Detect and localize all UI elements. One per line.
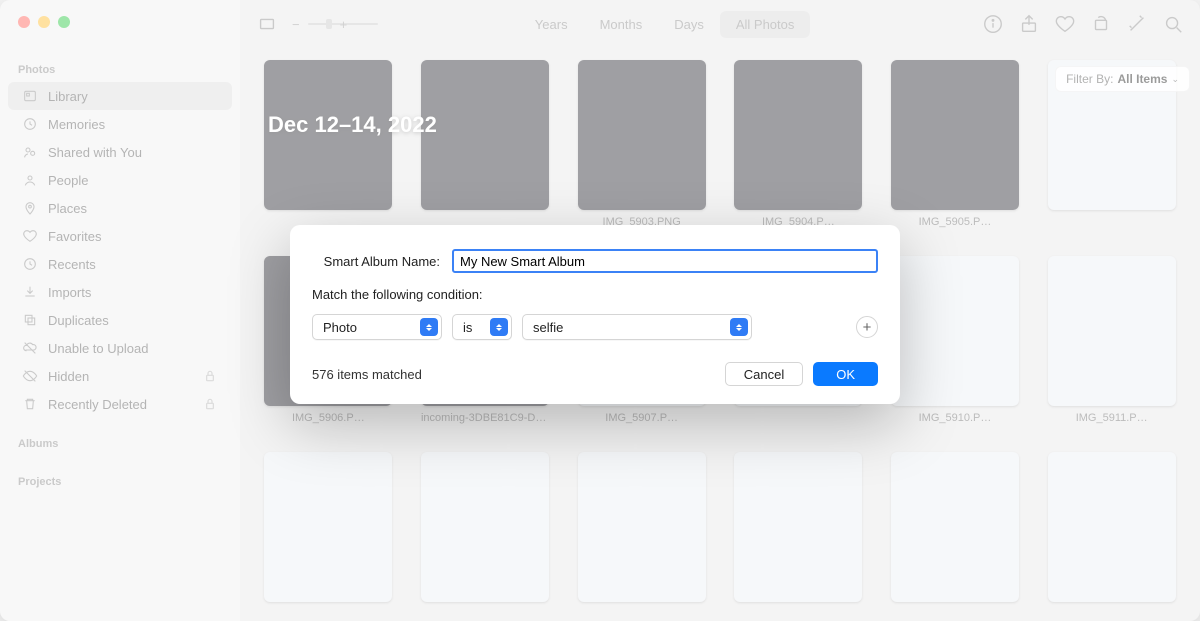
items-matched-label: 576 items matched [312, 367, 422, 382]
condition-value-select[interactable]: selfie [522, 314, 752, 340]
photos-app-window: Photos LibraryMemoriesShared with YouPeo… [0, 0, 1200, 621]
select-caret-icon [490, 318, 508, 336]
condition-field-value: Photo [323, 320, 357, 335]
condition-field-select[interactable]: Photo [312, 314, 442, 340]
smart-album-dialog: Smart Album Name: Match the following co… [290, 225, 900, 404]
match-condition-label: Match the following condition: [312, 287, 878, 302]
condition-row: Photo is selfie + [312, 314, 878, 340]
condition-operator-value: is [463, 320, 472, 335]
condition-operator-select[interactable]: is [452, 314, 512, 340]
condition-value-text: selfie [533, 320, 563, 335]
cancel-button[interactable]: Cancel [725, 362, 803, 386]
smart-album-name-input[interactable] [452, 249, 878, 273]
select-caret-icon [730, 318, 748, 336]
add-condition-button[interactable]: + [856, 316, 878, 338]
smart-album-name-label: Smart Album Name: [312, 254, 440, 269]
ok-button[interactable]: OK [813, 362, 878, 386]
select-caret-icon [420, 318, 438, 336]
